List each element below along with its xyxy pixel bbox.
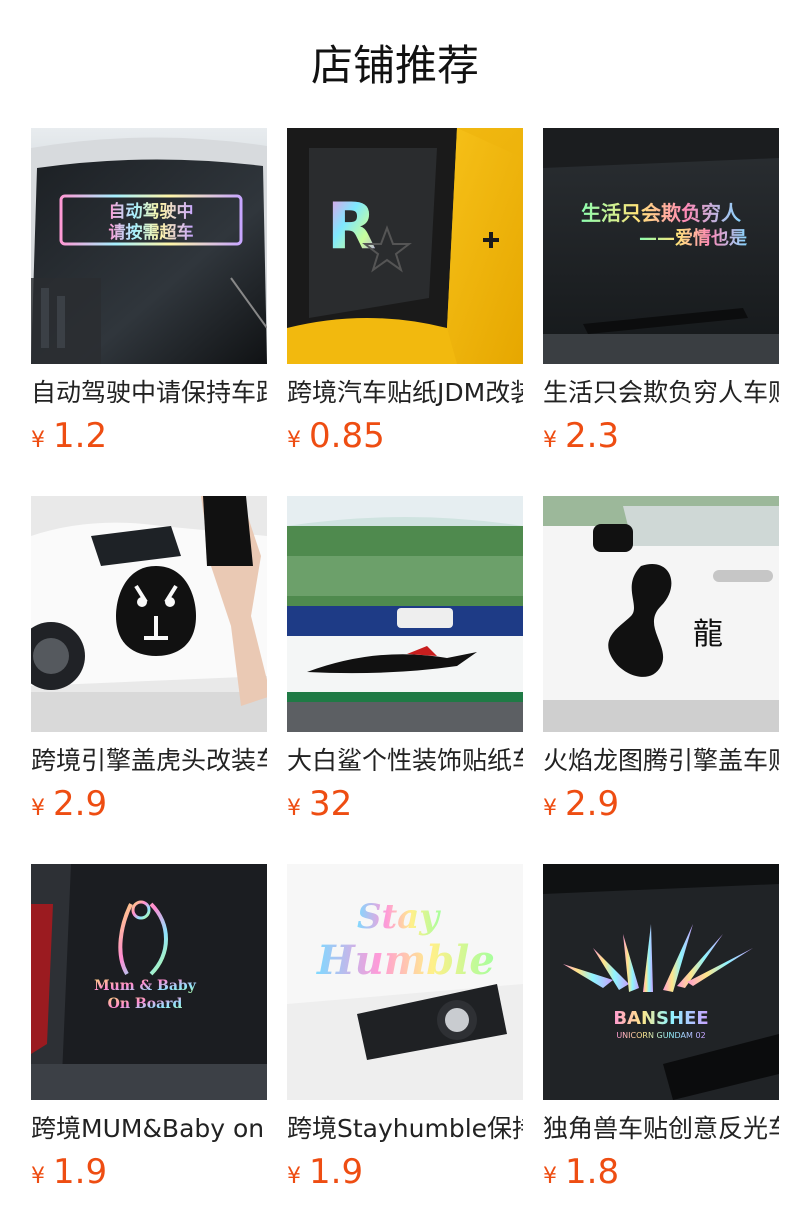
- image-text: ——爱情也是: [639, 227, 747, 249]
- product-price: ¥1.9: [287, 1152, 523, 1192]
- product-image[interactable]: BANSHEE UNICORN GUNDAM 02: [543, 864, 779, 1100]
- price-amount: 1.9: [309, 1152, 364, 1192]
- currency-symbol: ¥: [543, 428, 557, 453]
- product-image[interactable]: 自动驾驶中 请按需超车: [31, 128, 267, 364]
- product-image[interactable]: [31, 496, 267, 732]
- currency-symbol: ¥: [31, 1164, 45, 1189]
- image-text: 生活只会欺负穷人: [581, 201, 742, 225]
- currency-symbol: ¥: [31, 428, 45, 453]
- product-image[interactable]: 生活只会欺负穷人 ——爱情也是: [543, 128, 779, 364]
- product-card[interactable]: 生活只会欺负穷人 ——爱情也是 生活只会欺负穷人车贴 ¥2.3: [543, 128, 779, 496]
- product-image[interactable]: R: [287, 128, 523, 364]
- product-card[interactable]: BANSHEE UNICORN GUNDAM 02 独角兽车贴创意反光车贴 ¥1…: [543, 864, 779, 1232]
- image-text: 自动驾驶中: [109, 201, 194, 222]
- product-price: ¥2.9: [31, 784, 267, 824]
- product-price: ¥0.85: [287, 416, 523, 456]
- image-text: On Board: [108, 996, 183, 1012]
- image-text: R: [327, 190, 376, 264]
- product-card[interactable]: 跨境引擎盖虎头改装车贴 ¥2.9: [31, 496, 267, 864]
- product-card[interactable]: Mum & Baby On Board 跨境MUM&Baby on board …: [31, 864, 267, 1232]
- product-name[interactable]: 火焰龙图腾引擎盖车贴: [543, 744, 779, 778]
- currency-symbol: ¥: [543, 796, 557, 821]
- product-image[interactable]: [287, 496, 523, 732]
- currency-symbol: ¥: [31, 796, 45, 821]
- product-name[interactable]: 生活只会欺负穷人车贴: [543, 376, 779, 410]
- product-name[interactable]: 自动驾驶中请保持车距: [31, 376, 267, 410]
- image-text: Humble: [316, 937, 495, 984]
- price-amount: 2.3: [565, 416, 620, 456]
- product-card[interactable]: 自动驾驶中 请按需超车 自动驾驶中请保持车距 ¥1.2: [31, 128, 267, 496]
- currency-symbol: ¥: [287, 428, 301, 453]
- currency-symbol: ¥: [287, 1164, 301, 1189]
- product-name[interactable]: 跨境引擎盖虎头改装车贴: [31, 744, 267, 778]
- product-image[interactable]: Mum & Baby On Board: [31, 864, 267, 1100]
- product-card[interactable]: Stay Humble 跨境Stayhumble保持谦逊 ¥1.9: [287, 864, 523, 1232]
- product-name[interactable]: 跨境汽车贴纸JDM改装: [287, 376, 523, 410]
- price-amount: 32: [309, 784, 353, 824]
- product-name[interactable]: 跨境MUM&Baby on board: [31, 1112, 267, 1146]
- product-grid: 自动驾驶中 请按需超车 自动驾驶中请保持车距 ¥1.2 R 跨境汽车贴纸JDM改…: [31, 128, 781, 1232]
- image-text: 龍: [693, 617, 723, 652]
- product-name[interactable]: 独角兽车贴创意反光车贴: [543, 1112, 779, 1146]
- price-amount: 0.85: [309, 416, 385, 456]
- price-amount: 1.9: [53, 1152, 108, 1192]
- product-price: ¥32: [287, 784, 523, 824]
- image-text: BANSHEE: [613, 1008, 708, 1029]
- product-name[interactable]: 跨境Stayhumble保持谦逊: [287, 1112, 523, 1146]
- currency-symbol: ¥: [287, 796, 301, 821]
- currency-symbol: ¥: [543, 1164, 557, 1189]
- image-text: 请按需超车: [109, 222, 194, 243]
- product-card[interactable]: 大白鲨个性装饰贴纸车贴 ¥32: [287, 496, 523, 864]
- image-text: Mum & Baby: [94, 978, 197, 994]
- product-image[interactable]: Stay Humble: [287, 864, 523, 1100]
- product-price: ¥2.9: [543, 784, 779, 824]
- product-name[interactable]: 大白鲨个性装饰贴纸车贴: [287, 744, 523, 778]
- image-text: Stay: [357, 897, 441, 937]
- product-card[interactable]: R 跨境汽车贴纸JDM改装 ¥0.85: [287, 128, 523, 496]
- image-text: UNICORN GUNDAM 02: [616, 1031, 705, 1040]
- price-amount: 1.8: [565, 1152, 620, 1192]
- section-title: 店铺推荐: [310, 41, 479, 90]
- product-price: ¥1.8: [543, 1152, 779, 1192]
- price-amount: 1.2: [53, 416, 108, 456]
- product-card[interactable]: 龍 火焰龙图腾引擎盖车贴 ¥2.9: [543, 496, 779, 864]
- price-amount: 2.9: [565, 784, 620, 824]
- price-amount: 2.9: [53, 784, 108, 824]
- product-image[interactable]: 龍: [543, 496, 779, 732]
- product-price: ¥1.9: [31, 1152, 267, 1192]
- product-price: ¥2.3: [543, 416, 779, 456]
- product-price: ¥1.2: [31, 416, 267, 456]
